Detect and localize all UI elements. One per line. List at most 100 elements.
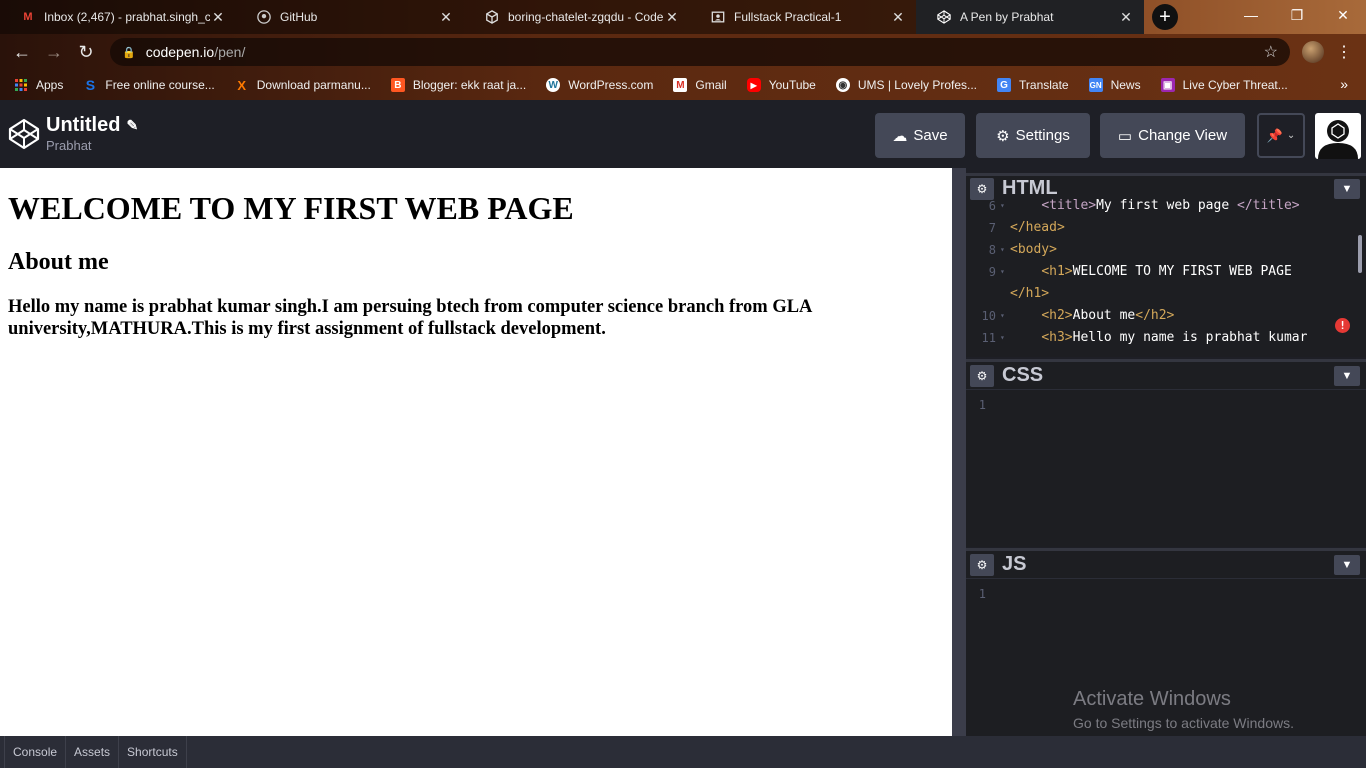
code-line: 7 </head> <box>988 220 1065 235</box>
tab-fullstack-practical[interactable]: Fullstack Practical-1 ✕ <box>690 0 916 34</box>
watermark-line-1: Activate Windows <box>1073 688 1231 710</box>
bookmark-label: Blogger: ekk raat ja... <box>412 78 527 92</box>
bookmark-label: Live Cyber Threat... <box>1182 78 1288 92</box>
codepen-logo-icon[interactable] <box>8 118 40 150</box>
tab-codepen-active[interactable]: A Pen by Prabhat ✕ <box>916 0 1144 34</box>
chevron-down-icon[interactable]: ▼ <box>1334 365 1360 386</box>
settings-label: Settings <box>1015 127 1070 144</box>
url-host: codepen.io <box>145 44 215 60</box>
bookmark-label: YouTube <box>768 78 816 92</box>
minimize-icon[interactable]: — <box>1228 0 1274 30</box>
threat-map-icon: ▣ <box>1160 78 1175 92</box>
bookmarks-bar: Apps S Free online course... X Download … <box>0 70 1366 100</box>
url-bar[interactable]: 🔒 codepen.io/pen/ ☆ <box>110 38 1290 66</box>
reload-icon[interactable]: ↻ <box>74 40 98 64</box>
close-icon[interactable]: ✕ <box>890 9 906 26</box>
preview-heading-3: Hello my name is prabhat kumar singh.I a… <box>8 297 812 339</box>
tab-title: Inbox (2,467) - prabhat.singh_c <box>44 10 210 24</box>
bookmark-live-cyber-threat[interactable]: ▣ Live Cyber Threat... <box>1160 78 1288 92</box>
tab-github[interactable]: GitHub ✕ <box>236 0 464 34</box>
error-icon[interactable]: ! <box>1335 318 1350 333</box>
chevron-down-icon: ⌄ <box>1286 130 1296 141</box>
back-arrow-icon[interactable]: ← <box>10 40 34 64</box>
bookmark-youtube[interactable]: ▶ YouTube <box>746 78 816 92</box>
bookmark-ums[interactable]: ◉ UMS | Lovely Profes... <box>835 78 978 92</box>
gear-icon[interactable]: ⚙ <box>970 364 994 387</box>
lock-icon: 🔒 <box>122 46 136 59</box>
chevron-down-icon[interactable]: ▼ <box>1334 554 1360 575</box>
codesandbox-icon <box>484 9 500 25</box>
apps-grid-icon <box>14 78 28 92</box>
tab-title: GitHub <box>280 10 318 24</box>
translate-icon: G <box>997 78 1012 92</box>
bookmark-label: WordPress.com <box>568 78 654 92</box>
assets-button[interactable]: Assets <box>66 736 120 768</box>
close-icon[interactable]: ✕ <box>438 9 454 26</box>
cloud-icon: ☁ <box>892 127 908 145</box>
bookmark-label: UMS | Lovely Profes... <box>857 78 978 92</box>
editor-scrollbar[interactable] <box>1358 235 1362 273</box>
bookmark-apps[interactable]: Apps <box>14 78 63 92</box>
gear-icon: ⚙ <box>996 127 1010 145</box>
tab-codesandbox[interactable]: boring-chatelet-zgqdu - CodeS ✕ <box>464 0 690 34</box>
css-editor-title: CSS <box>1002 364 1044 386</box>
bookmark-blogger[interactable]: B Blogger: ekk raat ja... <box>390 78 527 92</box>
css-code-area[interactable]: 1 <box>966 390 1366 416</box>
profile-avatar[interactable] <box>1302 41 1324 63</box>
settings-button[interactable]: ⚙ Settings <box>976 113 1090 158</box>
css-editor: ⚙ CSS ▼ 1 <box>966 359 1366 547</box>
preview-heading-1: WELCOME TO MY FIRST WEB PAGE <box>8 190 574 226</box>
change-view-label: Change View <box>1138 127 1228 144</box>
codepen-header: Untitled ✎ Prabhat ☁ Save ⚙ Settings ▭ C… <box>0 104 1366 168</box>
bookmark-wordpress[interactable]: W WordPress.com <box>546 78 653 92</box>
github-icon <box>256 9 272 25</box>
tab-title: boring-chatelet-zgqdu - CodeS <box>508 10 664 24</box>
address-bar-row: ← → ↻ 🔒 codepen.io/pen/ ☆ <box>0 34 1366 70</box>
window-close-icon[interactable]: ✕ <box>1320 0 1366 30</box>
code-line: 6 ▾ <title> My first web page </title> <box>988 198 1300 213</box>
user-avatar[interactable] <box>1315 113 1361 159</box>
save-button[interactable]: ☁ Save <box>875 113 965 158</box>
gear-icon[interactable]: ⚙ <box>970 553 994 576</box>
codepen-icon <box>936 9 952 25</box>
forward-arrow-icon[interactable]: → <box>42 40 66 64</box>
js-editor-header: ⚙ JS ▼ <box>966 551 1366 579</box>
bookmark-download-parmanu[interactable]: X Download parmanu... <box>235 78 370 93</box>
gmail-icon: M <box>23 11 33 23</box>
wordpress-icon: W <box>546 78 561 92</box>
bookmark-news[interactable]: GN News <box>1088 78 1141 92</box>
pane-resizer[interactable] <box>952 168 966 736</box>
new-tab-button[interactable]: + <box>1152 4 1178 30</box>
bookmark-translate[interactable]: G Translate <box>997 78 1069 92</box>
code-line: 11 ▾ <h3> Hello my name is prabhat kumar <box>981 330 1308 345</box>
tab-gmail[interactable]: M Inbox (2,467) - prabhat.singh_c ✕ <box>0 0 236 34</box>
browser-menu-icon[interactable]: ⋮ <box>1336 42 1352 62</box>
shortcuts-button[interactable]: Shortcuts <box>119 736 187 768</box>
pin-dropdown-button[interactable]: 📌 ⌄ <box>1257 113 1305 158</box>
course-icon: S <box>85 77 96 93</box>
codepen-footer: Console Assets Shortcuts <box>0 736 1366 768</box>
bookmark-star-icon[interactable]: ☆ <box>1264 42 1278 62</box>
url-path: /pen/ <box>214 44 246 60</box>
gmail-icon: M <box>673 78 688 92</box>
pencil-icon[interactable]: ✎ <box>126 117 138 134</box>
close-icon[interactable]: ✕ <box>210 9 226 26</box>
close-icon[interactable]: ✕ <box>1118 9 1134 26</box>
bookmark-label: Apps <box>36 78 64 92</box>
bookmark-free-online-course[interactable]: S Free online course... <box>83 77 215 93</box>
html-code-area[interactable]: 6 ▾ <title> My first web page </title> 7 <… <box>966 195 1366 351</box>
code-line: </h1> <box>1010 286 1050 301</box>
more-bookmarks-icon[interactable]: » <box>1340 76 1348 92</box>
browser-tab-bar: M Inbox (2,467) - prabhat.singh_c ✕ GitH… <box>0 0 1366 34</box>
html-editor: ⚙ HTML ▼ 6 ▾ <title> My first web page </t… <box>966 173 1366 357</box>
pen-title[interactable]: Untitled ✎ <box>46 114 138 137</box>
close-icon[interactable]: ✕ <box>664 9 680 26</box>
news-icon: GN <box>1088 78 1103 92</box>
console-button[interactable]: Console <box>4 736 67 768</box>
restore-icon[interactable]: ❐ <box>1274 0 1320 30</box>
pen-owner[interactable]: Prabhat <box>46 138 92 153</box>
change-view-button[interactable]: ▭ Change View <box>1100 113 1245 158</box>
code-line: 9 ▾ <h1> WELCOME TO MY FIRST WEB PAGE <box>988 264 1292 279</box>
js-code-area[interactable]: 1 <box>966 579 1366 605</box>
bookmark-gmail[interactable]: M Gmail <box>673 78 727 92</box>
